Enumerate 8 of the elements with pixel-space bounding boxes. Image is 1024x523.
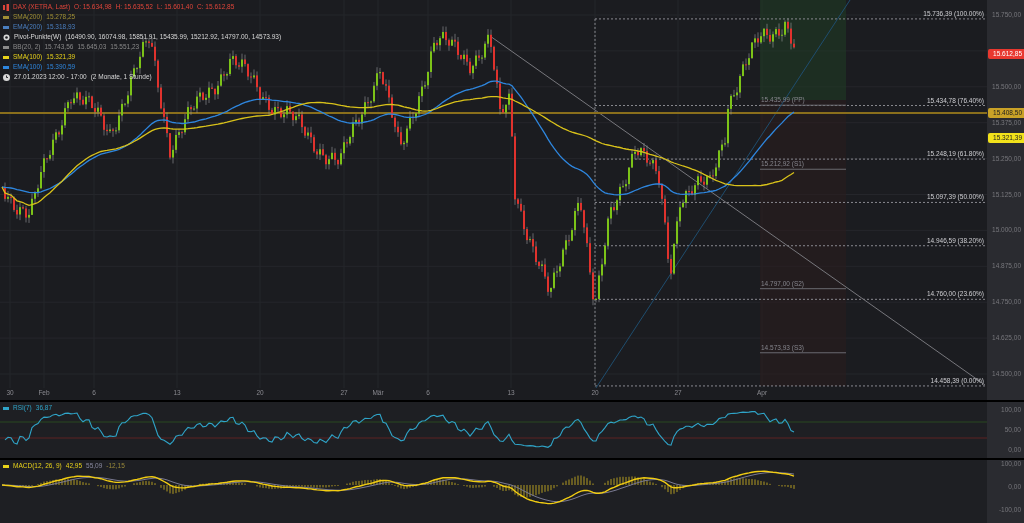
trend-line[interactable]	[489, 35, 986, 386]
axis-panel	[987, 460, 1024, 523]
fibonacci-retracement-drawing[interactable]	[594, 18, 986, 387]
trend-line[interactable]	[595, 0, 851, 389]
line-swatch-icon	[3, 464, 9, 468]
line-swatch-icon	[3, 406, 9, 410]
axis-panel	[987, 402, 1024, 458]
horizontal-line[interactable]	[0, 112, 987, 115]
